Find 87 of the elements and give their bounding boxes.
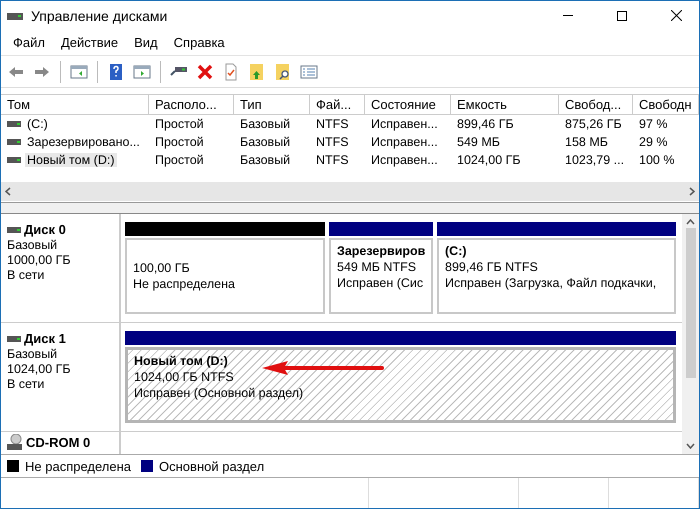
column-header[interactable]: Тип [234,95,310,115]
disk-type: Базовый [7,347,58,361]
table-cell-text: 875,26 ГБ [564,116,623,133]
menu-item[interactable]: Вид [126,35,166,50]
column-header[interactable]: Располо... [149,95,234,115]
legend-label: Не распределена [25,458,132,474]
table-cell-text: 158 МБ [564,134,609,151]
table-cell-text: Простой [154,152,205,169]
table-cell-text: NTFS [315,116,350,133]
delete-icon [196,62,214,80]
menu-item[interactable]: Файл [5,35,53,50]
partition-box[interactable]: (C:) 899,46 ГБ NTFS Исправен (Загрузка, Файл подкачки, [437,238,676,314]
drive-icon [7,139,21,145]
disk-name: Диск 0 [24,222,66,237]
splitter[interactable] [1,202,699,214]
scroll-down-icon [686,443,695,449]
horizontal-scrollbar[interactable] [1,182,699,201]
scroll-up-icon [686,219,695,225]
volume-cell[interactable]: Новый том (D:) [1,151,149,169]
drive-icon [7,121,21,127]
partition-status: Исправен (Основной раздел) [134,386,304,400]
close-icon [670,10,682,21]
table-cell-text: NTFS [315,152,350,169]
table-cell-text: Исправен... [370,116,439,133]
partition-box[interactable]: Зарезервиров 549 МБ NTFS Исправен (Сис [329,238,433,314]
partition-status: Исправен (Загрузка, Файл подкачки, [445,276,658,290]
drive-icon [7,336,21,342]
column-header[interactable]: Емкость [451,95,559,115]
partition-title: Новый том (D:) [134,354,228,368]
table-cell-text: 97 % [638,116,668,133]
help-icon [107,62,125,80]
scroll-thumb[interactable] [686,228,696,378]
volume-cell[interactable]: Зарезервировано... [1,133,149,151]
partition-title: Зарезервиров [337,244,426,258]
scroll-left-icon [5,187,11,196]
table-cell-text: Исправен... [370,152,439,169]
column-header[interactable]: Состояние [365,95,451,115]
disk-size: 1000,00 ГБ [7,253,72,267]
table-cell-text: Исправен... [370,134,439,151]
vertical-scrollbar[interactable] [682,214,699,454]
column-header[interactable]: Том [1,95,149,115]
folder-search-icon [274,62,292,80]
minimize-icon [563,15,573,16]
maximize-icon [617,10,627,20]
partition-box[interactable]: 100,00 ГБ Не распределена [125,238,325,314]
column-header[interactable]: Свободн [633,95,699,115]
panel-play-icon [133,62,151,80]
menu-item[interactable]: Действие [52,35,126,50]
disk-type: Базовый [7,238,58,252]
table-cell-text: 100 % [638,152,676,169]
disk-name: CD-ROM 0 [26,434,90,450]
partition-size: 899,46 ГБ NTFS [445,260,539,274]
checklist-icon [300,62,318,80]
table-cell-text: Простой [154,134,205,151]
column-header[interactable]: Свобод... [559,95,633,115]
partition-title: (C:) [445,244,467,258]
table-cell-text: NTFS [315,134,350,151]
table-cell-text: 899,46 ГБ [456,116,515,133]
table-cell-text: 29 % [638,134,668,151]
partition-status: Исправен (Сис [337,276,424,290]
disk-name: Диск 1 [24,331,66,346]
table-cell-text: Базовый [239,152,292,169]
menu-item[interactable]: Справка [166,35,233,50]
table-cell-text: 1024,00 ГБ [456,152,522,169]
table-cell-text: Базовый [239,134,292,151]
table-cell-text: 1023,79 ... [564,152,626,169]
drive-connect-icon [170,66,188,77]
table-cell-text: 549 МБ [456,134,501,151]
window-title: Управление дисками [31,8,168,24]
drive-icon [7,157,21,163]
partition-box[interactable]: Новый том (D:) 1024,00 ГБ NTFS Исправен (Основной раздел) [125,347,676,423]
disk-status: В сети [7,268,46,282]
partition-size: 1024,00 ГБ NTFS [134,370,235,384]
drive-icon [7,226,21,232]
legend-label: Основной раздел [159,458,264,474]
folder-up-icon [248,62,266,80]
scroll-right-icon [689,187,695,196]
table-cell-text: Простой [154,116,205,133]
partition-size: 100,00 ГБ [133,261,191,275]
disk-status: В сети [7,377,46,391]
partition-size: 549 МБ NTFS [337,260,418,274]
disk-size: 1024,00 ГБ [7,362,72,376]
partition-status: Не распределена [133,277,236,291]
column-header[interactable]: Фай... [310,95,365,115]
table-cell-text: Базовый [239,116,292,133]
panel-icon [70,62,88,80]
volume-cell[interactable]: (C:) [1,115,149,133]
